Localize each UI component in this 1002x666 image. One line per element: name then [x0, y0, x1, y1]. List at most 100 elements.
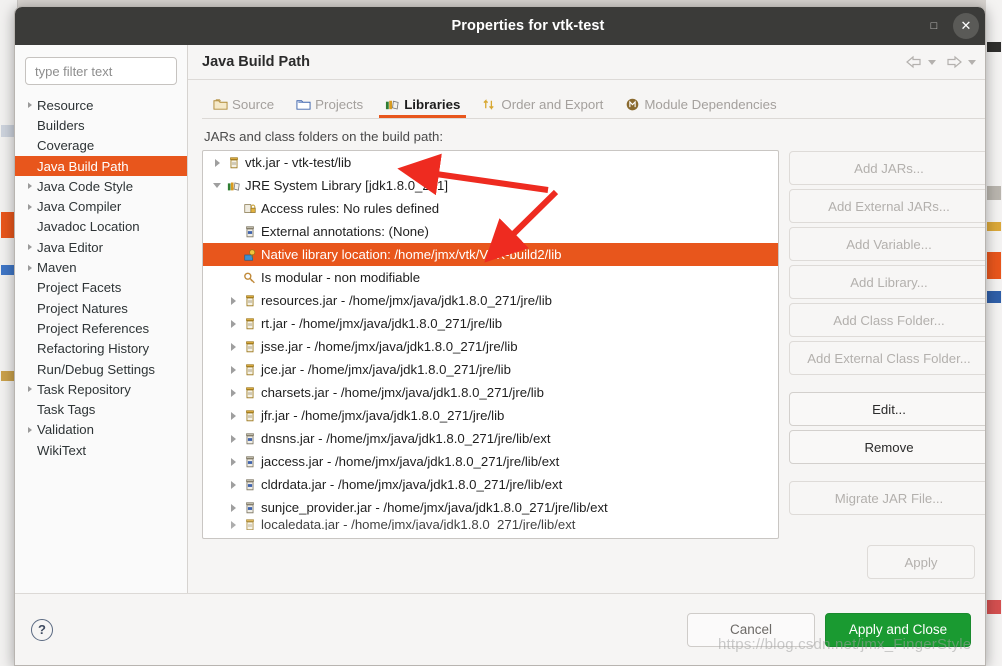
expand-arrow-icon[interactable] [23, 244, 37, 250]
sidebar-item-label: Project References [37, 320, 150, 336]
build-path-entry-label: Is modular - non modifiable [261, 270, 421, 285]
add-jars-button: Add JARs... [789, 151, 985, 185]
tab-module-dependencies[interactable]: Module Dependencies [614, 97, 787, 118]
build-path-entry[interactable]: Native library location: /home/jmx/vtk/V… [203, 243, 778, 266]
bg-chip [987, 600, 1001, 614]
expand-arrow-icon[interactable] [23, 204, 37, 210]
content-row: vtk.jar - vtk-test/lib JRE System Library… [202, 150, 985, 539]
tree-twisty-icon[interactable] [225, 297, 241, 305]
sidebar-item-java-compiler[interactable]: Java Compiler [15, 196, 187, 216]
build-path-entry[interactable]: jfr.jar - /home/jmx/java/jdk1.8.0_271/jr… [203, 404, 778, 427]
back-arrow-icon[interactable] [905, 55, 923, 69]
build-path-entry[interactable]: charsets.jar - /home/jmx/java/jdk1.8.0_2… [203, 381, 778, 404]
tree-twisty-icon[interactable] [225, 504, 241, 512]
cancel-button[interactable]: Cancel [687, 612, 815, 647]
build-path-entry[interactable]: Access rules: No rules defined [203, 197, 778, 220]
sidebar-item-refactoring-history[interactable]: Refactoring History [15, 339, 187, 359]
sidebar-item-maven[interactable]: Maven [15, 257, 187, 277]
sidebar-item-project-references[interactable]: Project References [15, 318, 187, 338]
maximize-icon[interactable]: □ [921, 13, 947, 39]
filter-input[interactable] [25, 57, 177, 85]
build-path-entry[interactable]: jce.jar - /home/jmx/java/jdk1.8.0_271/jr… [203, 358, 778, 381]
tree-twisty-icon[interactable] [225, 320, 241, 328]
build-path-entry[interactable]: jaccess.jar - /home/jmx/java/jdk1.8.0_27… [203, 450, 778, 473]
tree-twisty-icon[interactable] [225, 389, 241, 397]
add-class-folder-button: Add Class Folder... [789, 303, 985, 337]
order-export-arrows-icon [482, 97, 497, 112]
tree-twisty-icon[interactable] [225, 521, 241, 529]
tab-libraries[interactable]: Libraries [374, 97, 471, 118]
migrate-jar-file-button: Migrate JAR File... [789, 481, 985, 515]
build-path-entry-label: resources.jar - /home/jmx/java/jdk1.8.0_… [261, 293, 552, 308]
tree-twisty-icon[interactable] [209, 183, 225, 188]
sidebar-item-java-editor[interactable]: Java Editor [15, 237, 187, 257]
expand-arrow-icon[interactable] [23, 102, 37, 108]
help-icon[interactable]: ? [31, 618, 53, 641]
sidebar-item-coverage[interactable]: Coverage [15, 136, 187, 156]
tree-twisty-icon[interactable] [225, 366, 241, 374]
add-library-button: Add Library... [789, 265, 985, 299]
dialog-footer: ? Cancel Apply and Close [15, 593, 985, 665]
bg-chip [987, 252, 1001, 279]
page-title: Java Build Path [202, 54, 310, 70]
sidebar-item-run-debug-settings[interactable]: Run/Debug Settings [15, 359, 187, 379]
tree-twisty-icon[interactable] [225, 458, 241, 466]
build-path-entry[interactable]: cldrdata.jar - /home/jmx/java/jdk1.8.0_2… [203, 473, 778, 496]
sidebar-item-label: Validation [37, 422, 94, 438]
settings-tree: Resource Builders Coverage Java Build Path J… [15, 95, 187, 593]
sidebar-item-label: Project Facets [37, 280, 122, 296]
build-path-tree[interactable]: vtk.jar - vtk-test/lib JRE System Library… [202, 150, 779, 539]
expand-arrow-icon[interactable] [23, 386, 37, 392]
sidebar-item-resource[interactable]: Resource [15, 95, 187, 115]
build-path-entry-label: rt.jar - /home/jmx/java/jdk1.8.0_271/jre… [261, 316, 503, 331]
sidebar-item-javadoc-location[interactable]: Javadoc Location [15, 217, 187, 237]
build-path-entry[interactable]: dnsns.jar - /home/jmx/java/jdk1.8.0_271/… [203, 427, 778, 450]
sidebar-item-wikitext[interactable]: WikiText [15, 440, 187, 460]
tree-twisty-icon[interactable] [225, 412, 241, 420]
tab-order-and-export[interactable]: Order and Export [471, 97, 614, 118]
sidebar-item-task-repository[interactable]: Task Repository [15, 379, 187, 399]
forward-arrow-icon[interactable] [945, 55, 963, 69]
sidebar-item-task-tags[interactable]: Task Tags [15, 399, 187, 419]
sidebar-item-java-build-path[interactable]: Java Build Path [15, 155, 187, 177]
expand-arrow-icon[interactable] [23, 183, 37, 189]
tree-twisty-icon[interactable] [225, 435, 241, 443]
expand-arrow-icon[interactable] [23, 265, 37, 271]
build-path-entry[interactable]: resources.jar - /home/jmx/java/jdk1.8.0_… [203, 289, 778, 312]
back-dropdown-caret-icon[interactable] [928, 59, 936, 65]
sidebar-item-label: Java Editor [37, 239, 103, 255]
tab-source[interactable]: Source [202, 97, 285, 118]
sidebar-item-validation[interactable]: Validation [15, 420, 187, 440]
sidebar-item-project-facets[interactable]: Project Facets [15, 278, 187, 298]
close-icon[interactable]: ✕ [953, 13, 979, 39]
sidebar-item-java-code-style[interactable]: Java Code Style [15, 176, 187, 196]
tree-twisty-icon[interactable] [225, 481, 241, 489]
apply-and-close-button[interactable]: Apply and Close [825, 612, 971, 647]
jar-blue-icon [241, 432, 258, 446]
sidebar-item-label: Resource [37, 97, 94, 113]
sidebar-item-label: Run/Debug Settings [37, 361, 156, 377]
tab-label: Order and Export [501, 97, 604, 112]
remove-button[interactable]: Remove [789, 430, 985, 464]
build-path-entry[interactable]: JRE System Library [jdk1.8.0_271] [203, 174, 778, 197]
build-path-entry-label: Access rules: No rules defined [261, 201, 440, 216]
build-path-entry[interactable]: Is modular - non modifiable [203, 266, 778, 289]
expand-arrow-icon[interactable] [23, 427, 37, 433]
build-path-entry[interactable]: vtk.jar - vtk-test/lib [203, 151, 778, 174]
edit-button[interactable]: Edit... [789, 392, 985, 426]
sidebar-item-builders[interactable]: Builders [15, 115, 187, 135]
jar-icon [241, 519, 258, 530]
sidebar-item-project-natures[interactable]: Project Natures [15, 298, 187, 318]
apply-button[interactable]: Apply [867, 545, 975, 579]
tree-twisty-icon[interactable] [225, 343, 241, 351]
build-path-entry[interactable]: jsse.jar - /home/jmx/java/jdk1.8.0_271/j… [203, 335, 778, 358]
sidebar-item-label: Coverage [37, 138, 95, 154]
build-path-entry[interactable]: sunjce_provider.jar - /home/jmx/java/jdk… [203, 496, 778, 519]
tree-twisty-icon[interactable] [209, 159, 225, 167]
tab-projects[interactable]: Projects [285, 97, 374, 118]
bg-chip [987, 222, 1001, 231]
build-path-entry[interactable]: rt.jar - /home/jmx/java/jdk1.8.0_271/jre… [203, 312, 778, 335]
build-path-entry[interactable]: External annotations: (None) [203, 220, 778, 243]
forward-dropdown-caret-icon[interactable] [968, 59, 976, 65]
build-path-entry[interactable]: localedata.jar - /home/jmx/java/jdk1.8.0… [203, 519, 778, 530]
